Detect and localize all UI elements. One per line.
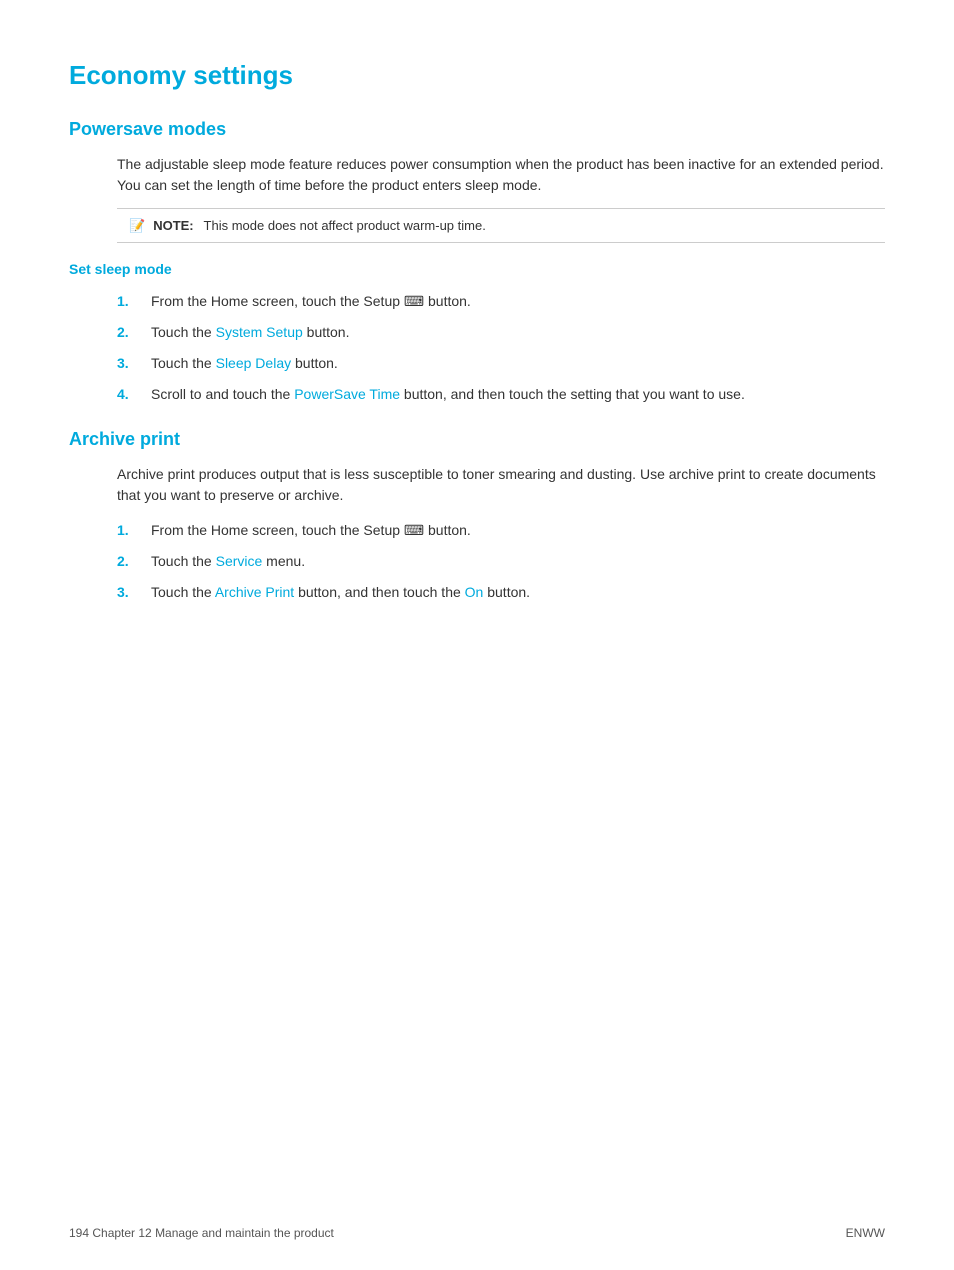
step-number: 2. [117,551,135,572]
step-text: Touch the Archive Print button, and then… [151,582,530,603]
footer-left: 194 Chapter 12 Manage and maintain the p… [69,1226,334,1240]
note-text: This mode does not affect product warm-u… [204,218,486,233]
page-container: Economy settings Powersave modes The adj… [0,0,954,683]
on-link[interactable]: On [465,584,484,600]
list-item: 3. Touch the Sleep Delay button. [117,353,885,374]
service-link[interactable]: Service [216,553,263,569]
page-title: Economy settings [69,60,885,91]
powersave-section: Powersave modes The adjustable sleep mod… [69,119,885,405]
footer-right: ENWW [846,1226,885,1240]
step-number: 1. [117,520,135,541]
archive-body: Archive print produces output that is le… [117,464,885,506]
powersave-time-link[interactable]: PowerSave Time [294,386,400,402]
sleep-mode-steps: 1. From the Home screen, touch the Setup… [117,291,885,405]
step-number: 4. [117,384,135,405]
note-box: 📝 NOTE: This mode does not affect produc… [117,208,885,243]
archive-title: Archive print [69,429,885,450]
list-item: 3. Touch the Archive Print button, and t… [117,582,885,603]
powersave-title: Powersave modes [69,119,885,140]
page-footer: 194 Chapter 12 Manage and maintain the p… [0,1226,954,1240]
powersave-body: The adjustable sleep mode feature reduce… [117,154,885,196]
list-item: 1. From the Home screen, touch the Setup… [117,520,885,541]
step-text: From the Home screen, touch the Setup ⌨ … [151,291,471,312]
list-item: 4. Scroll to and touch the PowerSave Tim… [117,384,885,405]
archive-steps: 1. From the Home screen, touch the Setup… [117,520,885,603]
note-label: NOTE: [153,218,193,233]
archive-print-link[interactable]: Archive Print [215,584,294,600]
note-content: NOTE: This mode does not affect product … [153,217,486,233]
sleep-delay-link[interactable]: Sleep Delay [216,355,292,371]
step-text: Touch the Service menu. [151,551,305,572]
step-text: Touch the Sleep Delay button. [151,353,338,374]
system-setup-link[interactable]: System Setup [216,324,303,340]
step-number: 2. [117,322,135,343]
list-item: 2. Touch the System Setup button. [117,322,885,343]
step-text: From the Home screen, touch the Setup ⌨ … [151,520,471,541]
list-item: 2. Touch the Service menu. [117,551,885,572]
step-text: Scroll to and touch the PowerSave Time b… [151,384,745,405]
note-icon: 📝 [129,218,145,234]
archive-section: Archive print Archive print produces out… [69,429,885,603]
set-sleep-mode-subsection: Set sleep mode 1. From the Home screen, … [69,261,885,405]
step-text: Touch the System Setup button. [151,322,349,343]
step-number: 3. [117,353,135,374]
sleep-mode-title: Set sleep mode [69,261,885,277]
step-number: 3. [117,582,135,603]
step-number: 1. [117,291,135,312]
list-item: 1. From the Home screen, touch the Setup… [117,291,885,312]
